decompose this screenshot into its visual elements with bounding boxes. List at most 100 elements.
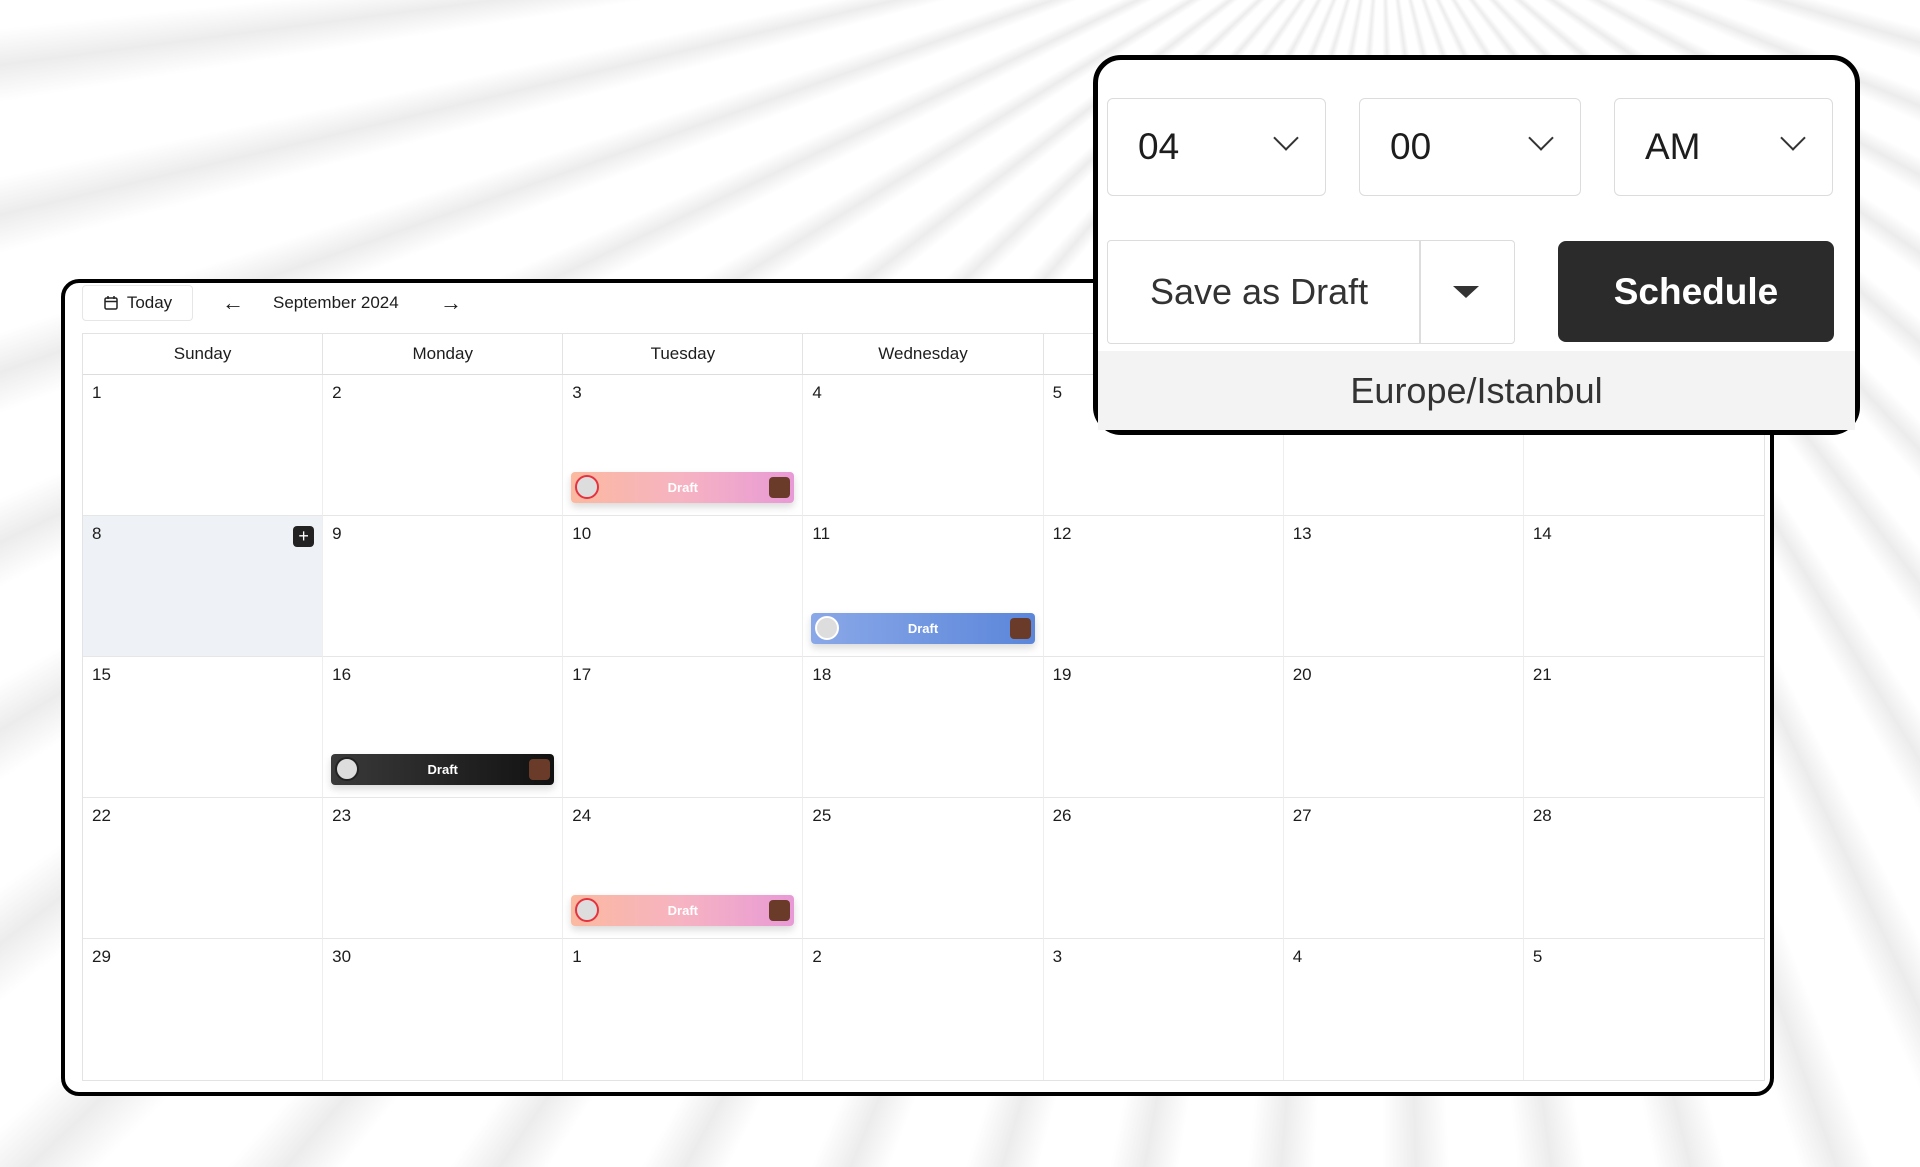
day-cell[interactable]: 25	[803, 798, 1044, 939]
day-number: 9	[332, 524, 342, 543]
day-cell[interactable]: 29	[83, 939, 324, 1080]
day-cell[interactable]: 3 Draft	[563, 375, 804, 516]
prev-month-button[interactable]: ←	[222, 288, 244, 318]
minute-select[interactable]: 00	[1359, 98, 1581, 196]
minute-value: 00	[1390, 126, 1432, 167]
day-number: 25	[812, 806, 832, 825]
month-grid: SundayMondayTuesdayWednesdayThursdayFrid…	[82, 333, 1765, 1081]
day-number: 24	[572, 806, 592, 825]
event-draft[interactable]: Draft	[811, 613, 1035, 644]
save-draft-button[interactable]: Save as Draft	[1150, 241, 1368, 343]
day-number: 26	[1052, 806, 1072, 825]
day-number: 15	[92, 665, 111, 684]
day-cell[interactable]: 5	[1524, 939, 1764, 1080]
day-number: 20	[1292, 665, 1312, 684]
day-cell[interactable]: 27	[1283, 798, 1524, 939]
day-cell[interactable]: 26	[1043, 798, 1284, 939]
day-cell[interactable]: 23	[323, 798, 564, 939]
day-cell[interactable]: 1	[83, 375, 324, 516]
day-cell[interactable]: 14	[1523, 516, 1764, 657]
day-cell[interactable]: 18	[803, 657, 1044, 798]
divider	[1419, 241, 1421, 343]
day-cell[interactable]: 4	[1284, 939, 1524, 1080]
day-number: 14	[1532, 524, 1552, 543]
day-number: 8	[92, 524, 102, 543]
timezone-label: Europe/Istanbul	[1098, 351, 1855, 430]
day-number: 16	[332, 665, 352, 684]
day-cell[interactable]: 11 Draft	[803, 516, 1044, 657]
event-draft[interactable]: Draft	[571, 895, 795, 926]
day-cell[interactable]: 2	[323, 375, 564, 516]
day-number: 2	[332, 383, 342, 402]
hour-select[interactable]: 04	[1107, 98, 1326, 196]
today-button[interactable]: Today	[82, 285, 193, 321]
avatar	[815, 616, 840, 640]
day-cell[interactable]: 21	[1523, 657, 1764, 798]
day-cell[interactable]: 8 +	[83, 516, 324, 657]
schedule-button[interactable]: Schedule	[1558, 241, 1834, 342]
avatar	[575, 898, 600, 922]
day-number: 5	[1052, 383, 1063, 402]
thumbnail-icon	[769, 900, 791, 921]
day-cell[interactable]: 13	[1283, 516, 1524, 657]
day-number: 12	[1052, 524, 1072, 543]
day-cell[interactable]: 28	[1523, 798, 1764, 939]
arrow-right-icon: →	[440, 290, 462, 315]
period-value: AM	[1645, 126, 1701, 167]
day-number: 30	[332, 947, 352, 966]
day-number: 11	[812, 524, 831, 543]
day-cell[interactable]: 2	[803, 939, 1044, 1080]
day-number: 22	[92, 806, 111, 825]
weekday-header: Wednesday	[803, 334, 1044, 375]
day-number: 1	[572, 947, 582, 966]
day-cell[interactable]: 15	[83, 657, 324, 798]
thumbnail-icon	[529, 759, 551, 780]
avatar	[575, 475, 600, 499]
day-number: 3	[572, 383, 582, 402]
weekday-header: Monday	[323, 334, 564, 375]
thumbnail-icon	[769, 477, 791, 498]
day-cell[interactable]: 17	[563, 657, 804, 798]
caret-down-icon[interactable]	[1453, 286, 1479, 298]
day-cell[interactable]: 9	[323, 516, 564, 657]
add-post-icon[interactable]: +	[293, 526, 315, 547]
day-number: 17	[572, 665, 592, 684]
day-cell[interactable]: 20	[1283, 657, 1524, 798]
day-number: 13	[1292, 524, 1312, 543]
day-cell[interactable]: 12	[1043, 516, 1284, 657]
day-number: 4	[812, 383, 822, 402]
day-number: 21	[1532, 665, 1552, 684]
day-cell[interactable]: 19	[1043, 657, 1284, 798]
save-draft-split-button: Save as Draft	[1107, 240, 1515, 344]
day-number: 18	[812, 665, 832, 684]
day-cell[interactable]: 30	[323, 939, 564, 1080]
period-select[interactable]: AM	[1614, 98, 1833, 196]
day-number: 3	[1052, 947, 1063, 966]
day-cell[interactable]: 10	[563, 516, 804, 657]
hour-value: 04	[1138, 126, 1180, 167]
day-cell[interactable]: 3	[1044, 939, 1284, 1080]
day-cell[interactable]: 1	[563, 939, 804, 1080]
day-cell[interactable]: 22	[83, 798, 324, 939]
event-draft[interactable]: Draft	[571, 472, 795, 503]
day-number: 2	[812, 947, 822, 966]
chevron-down-icon	[1780, 125, 1806, 151]
chevron-down-icon	[1528, 125, 1554, 151]
thumbnail-icon	[1009, 618, 1031, 639]
event-label: Draft	[907, 621, 939, 636]
day-number: 5	[1532, 947, 1543, 966]
event-label: Draft	[427, 762, 458, 777]
day-cell[interactable]: 24 Draft	[563, 798, 804, 939]
next-month-button[interactable]: →	[440, 288, 462, 318]
arrow-left-icon: ←	[222, 290, 244, 315]
day-number: 28	[1532, 806, 1552, 825]
day-number: 29	[92, 947, 111, 966]
day-cell[interactable]: 16 Draft	[323, 657, 564, 798]
day-number: 27	[1292, 806, 1312, 825]
chevron-down-icon	[1273, 125, 1299, 151]
event-draft[interactable]: Draft	[331, 754, 555, 785]
day-number: 23	[332, 806, 352, 825]
day-cell[interactable]: 4	[803, 375, 1044, 516]
day-number: 4	[1292, 947, 1303, 966]
weekday-header: Tuesday	[563, 334, 804, 375]
